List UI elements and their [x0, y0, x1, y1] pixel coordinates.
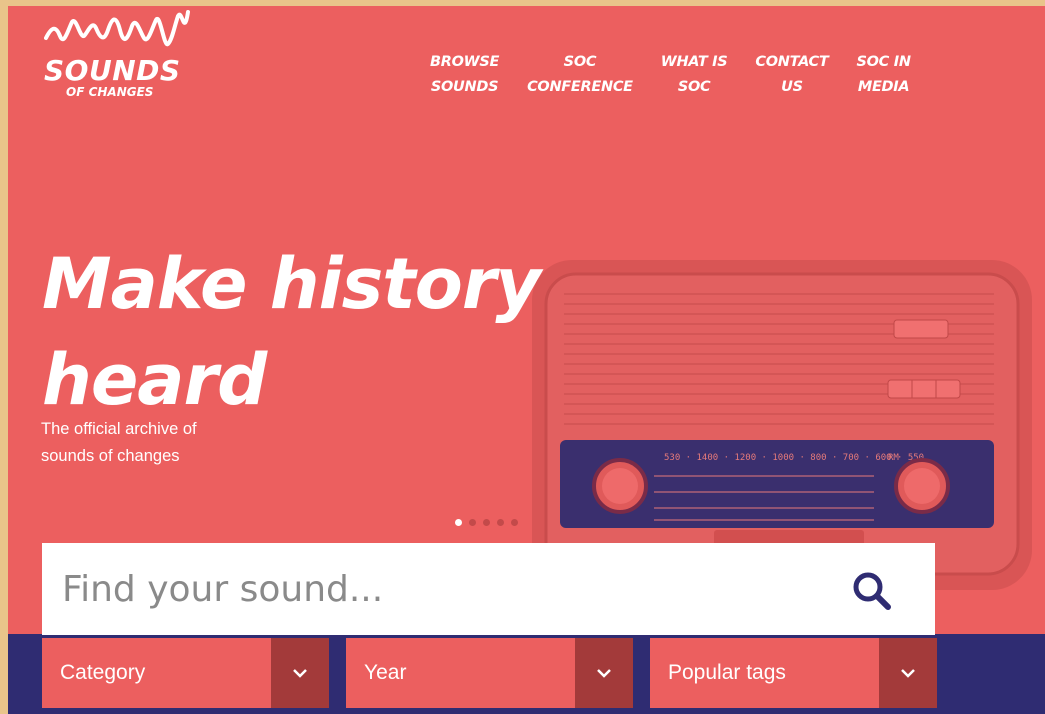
nav-what-is-soc[interactable]: WHAT IS SOC	[647, 50, 742, 100]
hero-title: Make history heard	[42, 236, 541, 428]
logo-subtitle: OF CHANGES	[66, 85, 154, 99]
carousel-dot[interactable]	[469, 519, 476, 526]
filters: Category Year Popular tags	[42, 638, 937, 708]
nav-label-line2: SOUNDS	[430, 79, 499, 95]
hero-title-line1: Make history	[42, 243, 541, 325]
nav-label-line2: CONFERENCE	[527, 79, 633, 95]
main-nav: BROWSE SOUNDS SOC CONFERENCE WHAT IS SOC…	[422, 50, 925, 100]
nav-label-line2: MEDIA	[857, 79, 910, 95]
hero-subtitle-line1: The official archive of	[41, 420, 197, 438]
year-select-label: Year	[364, 661, 407, 684]
soundwave-icon	[44, 10, 190, 47]
nav-label-line1: CONTACT	[755, 54, 829, 70]
hero-title-line2: heard	[42, 339, 267, 421]
carousel-dot[interactable]	[455, 519, 462, 526]
hero-subtitle: The official archive of sounds of change…	[41, 416, 261, 470]
logo[interactable]: SOUNDS OF CHANGES	[44, 8, 194, 123]
logo-title: SOUNDS	[44, 54, 181, 87]
carousel-dots	[455, 519, 518, 526]
carousel-dot[interactable]	[483, 519, 490, 526]
hero-subtitle-line2: sounds of changes	[41, 447, 180, 465]
carousel-dot[interactable]	[497, 519, 504, 526]
nav-label-line2: US	[781, 79, 803, 95]
year-select[interactable]: Year	[346, 638, 633, 708]
popular-tags-select[interactable]: Popular tags	[650, 638, 937, 708]
page-frame: SOUNDS OF CHANGES BROWSE SOUNDS SOC CONF…	[8, 6, 1045, 714]
nav-label-line1: BROWSE	[430, 54, 500, 70]
radio-dial-numbers: 530 · 1400 · 1200 · 1000 · 800 · 700 · 6…	[664, 453, 924, 463]
nav-contact-us[interactable]: CONTACT US	[741, 50, 842, 100]
radio-band-label: RM	[888, 453, 899, 463]
search-box	[42, 543, 935, 635]
nav-soc-in-media[interactable]: SOC IN MEDIA	[842, 50, 924, 100]
search-icon[interactable]	[851, 570, 893, 612]
nav-browse-sounds[interactable]: BROWSE SOUNDS	[422, 50, 513, 100]
category-select[interactable]: Category	[42, 638, 329, 708]
nav-label-line1: SOC	[563, 54, 597, 70]
category-select-label: Category	[60, 661, 146, 684]
search-input[interactable]	[42, 559, 802, 619]
chevron-down-icon[interactable]	[271, 638, 329, 708]
chevron-down-icon[interactable]	[575, 638, 633, 708]
carousel-dot[interactable]	[511, 519, 518, 526]
nav-label-line2: SOC	[677, 79, 711, 95]
nav-soc-conference[interactable]: SOC CONFERENCE	[513, 50, 647, 100]
chevron-down-icon[interactable]	[879, 638, 937, 708]
nav-label-line1: SOC IN	[856, 54, 911, 70]
popular-tags-select-label: Popular tags	[668, 661, 786, 684]
nav-label-line1: WHAT IS	[660, 54, 728, 70]
